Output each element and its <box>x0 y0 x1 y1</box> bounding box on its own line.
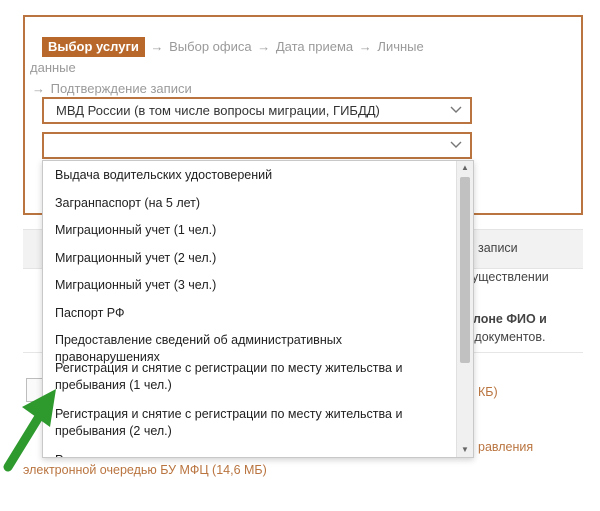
list-item[interactable]: Выдача водительских удостоверений <box>43 162 473 190</box>
step-select-service: Выбор услуги <box>42 37 145 57</box>
chevron-down-icon <box>450 134 462 157</box>
info-text-line: уществлении <box>472 270 549 284</box>
list-item[interactable]: Миграционный учет (3 чел.) <box>43 272 473 300</box>
scroll-up-icon[interactable]: ▲ <box>457 161 473 175</box>
info-text-line: е документов. <box>464 330 546 344</box>
step-arrow-icon: → <box>358 39 372 54</box>
service-dropdown-list[interactable]: Выдача водительских удостоверений Загран… <box>42 160 474 458</box>
scroll-thumb[interactable] <box>460 177 470 363</box>
list-item[interactable]: Загранпаспорт (на 5 лет) <box>43 190 473 218</box>
list-item[interactable]: Регистрация и снятие с регистрации по ме… <box>43 355 473 401</box>
list-item[interactable]: Паспорт РФ <box>43 300 473 328</box>
step-arrow-icon: → <box>32 81 45 96</box>
list-item[interactable]: Регистрация и снятие с регистрации по ме… <box>43 447 473 458</box>
file-size-text: КБ) <box>478 385 498 399</box>
agency-select[interactable]: МВД России (в том числе вопросы миграции… <box>42 97 472 124</box>
service-select[interactable] <box>42 132 472 159</box>
step-arrow-icon: → <box>257 39 271 54</box>
step-arrow-icon: → <box>150 39 164 54</box>
step-select-office: Выбор офиса <box>169 39 252 54</box>
step-breadcrumb: Выбор услуги → Выбор офиса → Дата приема… <box>30 36 470 99</box>
info-text-line: алоне ФИО и <box>466 312 547 326</box>
list-item[interactable]: Миграционный учет (1 чел.) <box>43 217 473 245</box>
list-item[interactable]: Миграционный учет (2 чел.) <box>43 245 473 273</box>
list-item[interactable]: Предоставление сведений об административ… <box>43 327 473 364</box>
chevron-down-icon <box>450 99 462 122</box>
agency-select-value: МВД России (в том числе вопросы миграции… <box>56 103 380 118</box>
green-arrow-icon <box>3 389 56 472</box>
dropdown-scrollbar[interactable]: ▲ ▼ <box>456 161 473 457</box>
document-link[interactable]: равления <box>478 440 533 454</box>
step-confirm: Подтверждение записи <box>50 81 192 96</box>
step-date: Дата приема <box>275 39 354 54</box>
list-item[interactable]: Регистрация и снятие с регистрации по ме… <box>43 401 473 447</box>
scroll-down-icon[interactable]: ▼ <box>457 443 473 457</box>
info-header-text: записи <box>478 241 518 255</box>
